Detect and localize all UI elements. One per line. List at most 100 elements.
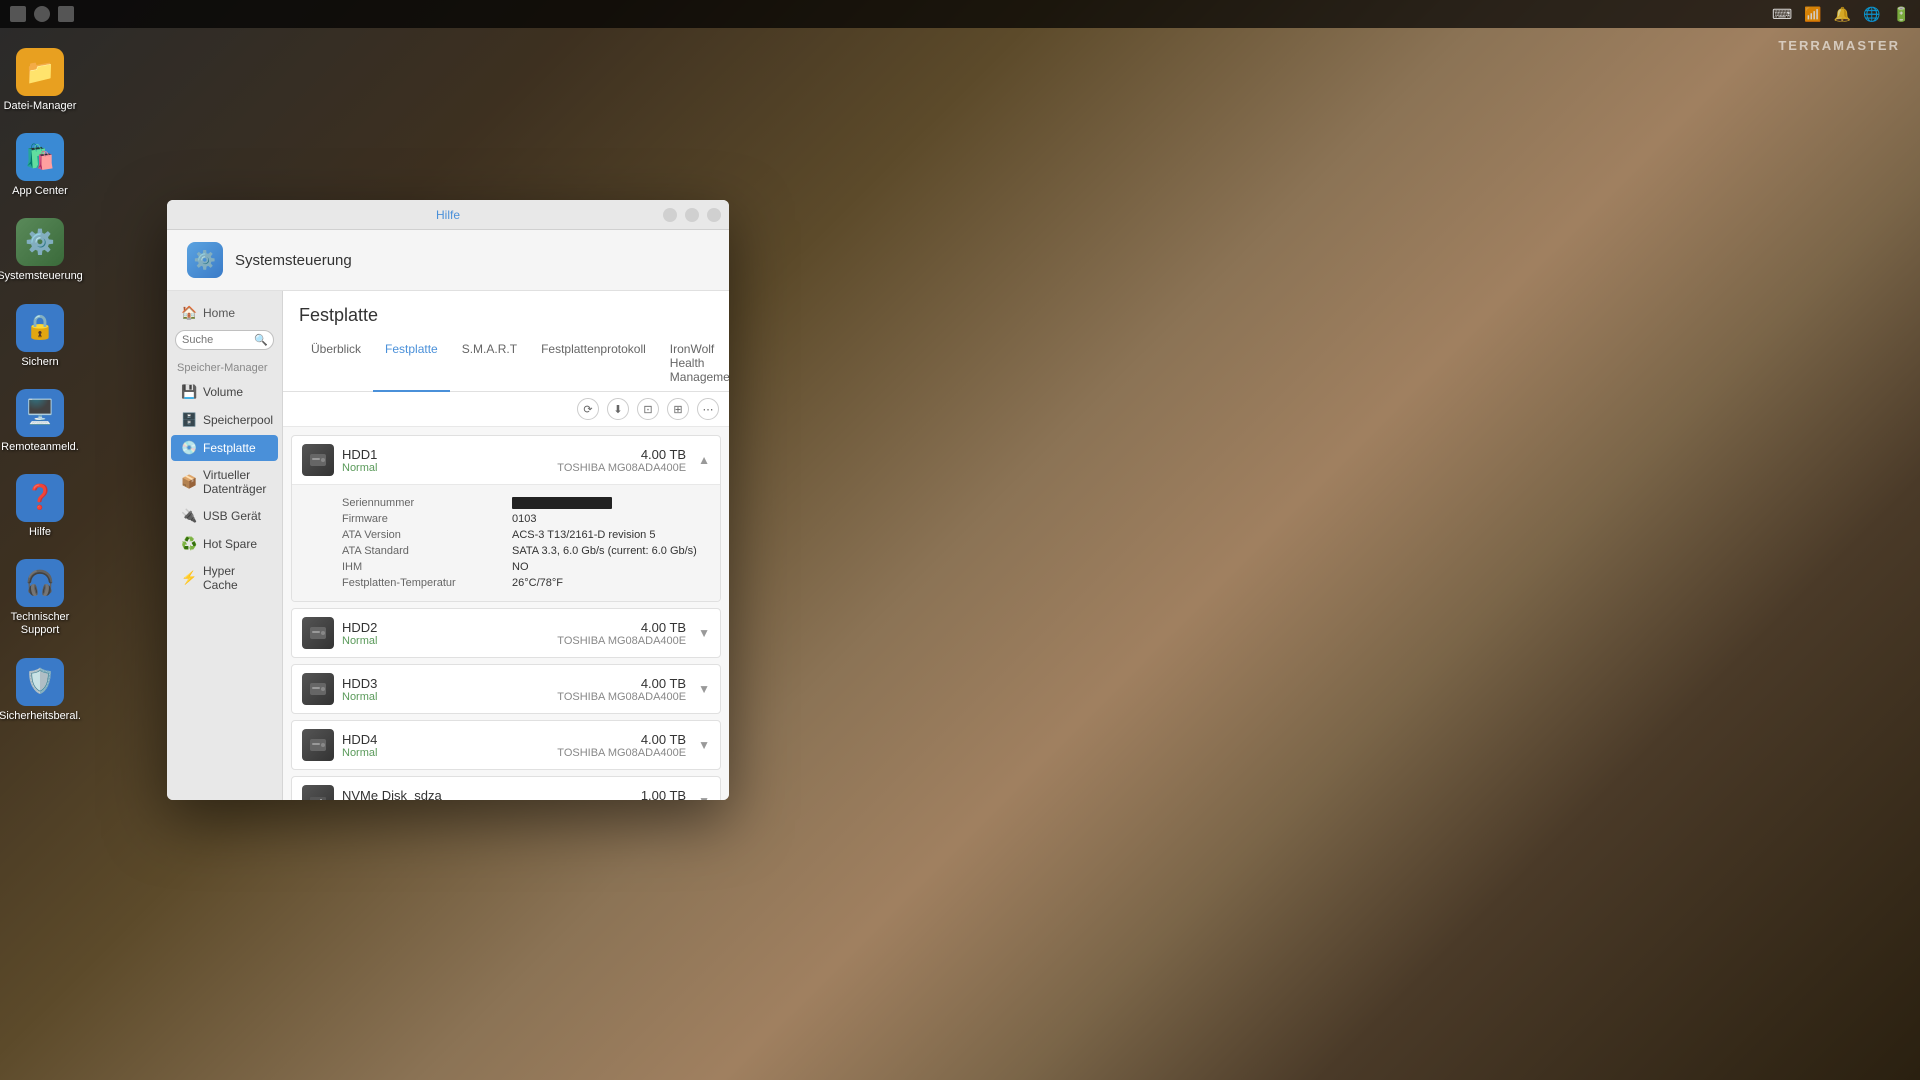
usb-icon: 🔌 — [181, 508, 197, 524]
hdd1-serial-value — [512, 497, 612, 509]
sidebar-item-festplatte[interactable]: 💿 Festplatte — [171, 435, 278, 461]
hdd3-size-info: 4.00 TB TOSHIBA MG08ADA400E — [557, 676, 686, 703]
virtueller-icon: 📦 — [181, 474, 197, 490]
hdd4-model: TOSHIBA MG08ADA400E — [557, 747, 686, 759]
taskbar-icon-home[interactable] — [10, 6, 26, 22]
desktop-icon-app-center[interactable]: 🛍️ App Center — [12, 133, 68, 198]
taskbar-globe-icon: 🌐 — [1863, 6, 1880, 23]
page-title: Festplatte — [299, 305, 713, 326]
hdd4-name: HDD4 — [342, 732, 549, 747]
nvme-size: 1.00 TB — [583, 788, 686, 800]
taskbar-icon-settings[interactable] — [34, 6, 50, 22]
technischer-support-icon: 🎧 — [16, 559, 64, 607]
main-content: Festplatte Überblick Festplatte S.M.A.R.… — [283, 291, 729, 800]
disk-list: HDD1 Normal 4.00 TB TOSHIBA MG08ADA400E … — [283, 427, 729, 800]
tab-protocol[interactable]: Festplattenprotokoll — [529, 336, 658, 392]
window-maximize-button[interactable] — [685, 208, 699, 222]
sidebar-search: 🔍 — [175, 330, 274, 350]
toolbar-btn-3[interactable]: ⊡ — [637, 398, 659, 420]
window-minimize-button[interactable] — [663, 208, 677, 222]
app-header-icon: ⚙️ — [187, 242, 223, 278]
systemsteuerung-icon: ⚙️ — [16, 218, 64, 266]
sicherheitsberater-label: Sicherheitsberal. — [0, 710, 81, 723]
disk-item-hdd3-header[interactable]: HDD3 Normal 4.00 TB TOSHIBA MG08ADA400E … — [292, 665, 720, 713]
desktop-icons: 📁 Datei-Manager 🛍️ App Center ⚙️ Systems… — [0, 28, 80, 743]
nvme-size-info: 1.00 TB WD Blue SN580 1TB — [583, 788, 686, 800]
hdd1-ihm-row: IHM NO — [342, 559, 706, 575]
help-link[interactable]: Hilfe — [436, 208, 460, 222]
nvme-disk-icon — [302, 785, 334, 800]
window-body: 🏠 Home 🔍 Speicher-Manager 💾 Volume 🗄️ Sp… — [167, 291, 729, 800]
serial-redacted-bar — [512, 497, 612, 509]
tab-uberblick[interactable]: Überblick — [299, 336, 373, 392]
toolbar-btn-1[interactable]: ⟳ — [577, 398, 599, 420]
sidebar-hyper-cache-label: Hyper Cache — [203, 564, 268, 592]
hdd2-name: HDD2 — [342, 620, 549, 635]
volume-icon: 💾 — [181, 384, 197, 400]
disk-item-hdd4-header[interactable]: HDD4 Normal 4.00 TB TOSHIBA MG08ADA400E … — [292, 721, 720, 769]
hdd1-disk-icon — [302, 444, 334, 476]
sidebar-item-home[interactable]: 🏠 Home — [171, 300, 278, 326]
tab-smart[interactable]: S.M.A.R.T — [450, 336, 529, 392]
nvme-info: NVMe Disk_sdza Normal — [342, 788, 575, 800]
hdd1-ata-version-label: ATA Version — [342, 529, 492, 541]
taskbar-icon-grid[interactable] — [58, 6, 74, 22]
desktop-icon-hilfe[interactable]: ❓ Hilfe — [16, 474, 64, 539]
hdd4-size: 4.00 TB — [557, 732, 686, 747]
hdd1-size: 4.00 TB — [557, 447, 686, 462]
desktop-icon-datei-manager[interactable]: 📁 Datei-Manager — [4, 48, 77, 113]
hdd2-size: 4.00 TB — [557, 620, 686, 635]
sidebar-item-usb-gerat[interactable]: 🔌 USB Gerät — [171, 503, 278, 529]
taskbar-right-icons: ⌨ 📶 🔔 🌐 🔋 — [1772, 6, 1910, 23]
hilfe-label: Hilfe — [29, 526, 51, 539]
festplatte-sidebar-icon: 💿 — [181, 440, 197, 456]
sidebar-item-volume[interactable]: 💾 Volume — [171, 379, 278, 405]
disk-item-nvme-header[interactable]: NVMe Disk_sdza Normal 1.00 TB WD Blue SN… — [292, 777, 720, 800]
main-window: Hilfe ⚙️ Systemsteuerung 🏠 Home 🔍 Speich… — [167, 200, 729, 800]
hdd1-ihm-value: NO — [512, 561, 529, 573]
hdd1-temp-row: Festplatten-Temperatur 26°C/78°F — [342, 575, 706, 591]
sichern-label: Sichern — [21, 356, 58, 369]
disk-item-hdd4: HDD4 Normal 4.00 TB TOSHIBA MG08ADA400E … — [291, 720, 721, 770]
hdd1-ata-version-value: ACS-3 T13/2161-D revision 5 — [512, 529, 655, 541]
toolbar-btn-4[interactable]: ⊞ — [667, 398, 689, 420]
desktop-icon-remoteanmeld[interactable]: 🖥️ Remoteanmeld. — [1, 389, 79, 454]
sidebar-speicherpool-label: Speicherpool — [203, 413, 273, 427]
window-close-button[interactable] — [707, 208, 721, 222]
sidebar-item-speicherpool[interactable]: 🗄️ Speicherpool — [171, 407, 278, 433]
disk-item-hdd2-header[interactable]: HDD2 Normal 4.00 TB TOSHIBA MG08ADA400E … — [292, 609, 720, 657]
hdd3-status: Normal — [342, 691, 549, 703]
disk-item-hdd1-header[interactable]: HDD1 Normal 4.00 TB TOSHIBA MG08ADA400E … — [292, 436, 720, 484]
desktop-icon-sichern[interactable]: 🔒 Sichern — [16, 304, 64, 369]
nvme-name: NVMe Disk_sdza — [342, 788, 575, 800]
app-center-icon: 🛍️ — [16, 133, 64, 181]
taskbar-left-icons — [10, 6, 74, 22]
toolbar-btn-5[interactable]: ⋯ — [697, 398, 719, 420]
technischer-support-label: Technischer Support — [0, 611, 80, 637]
hdd1-serial-label: Seriennummer — [342, 497, 492, 509]
desktop-icon-systemsteuerung[interactable]: ⚙️ Systemsteuerung — [0, 218, 83, 283]
taskbar-battery-icon: 🔋 — [1893, 6, 1910, 23]
tab-festplatte[interactable]: Festplatte — [373, 336, 450, 392]
taskbar-bell-icon: 🔔 — [1834, 6, 1851, 23]
sidebar-hot-spare-label: Hot Spare — [203, 537, 257, 551]
app-header-title: Systemsteuerung — [235, 252, 352, 269]
toolbar-btn-2[interactable]: ⬇ — [607, 398, 629, 420]
systemsteuerung-label: Systemsteuerung — [0, 270, 83, 283]
hilfe-icon: ❓ — [16, 474, 64, 522]
taskbar-wifi-icon: 📶 — [1804, 6, 1821, 23]
hdd4-status: Normal — [342, 747, 549, 759]
sidebar-item-hyper-cache[interactable]: ⚡ Hyper Cache — [171, 559, 278, 597]
sidebar-item-virtueller-datentrager[interactable]: 📦 Virtueller Datenträger — [171, 463, 278, 501]
hdd4-chevron-icon: ▼ — [698, 738, 710, 752]
sidebar-item-hot-spare[interactable]: ♻️ Hot Spare — [171, 531, 278, 557]
desktop-icon-sicherheitsberater[interactable]: 🛡️ Sicherheitsberal. — [0, 658, 81, 723]
datei-manager-label: Datei-Manager — [4, 100, 77, 113]
desktop-icon-technischer-support[interactable]: 🎧 Technischer Support — [0, 559, 80, 637]
hdd2-disk-icon — [302, 617, 334, 649]
hdd4-size-info: 4.00 TB TOSHIBA MG08ADA400E — [557, 732, 686, 759]
disk-item-hdd1: HDD1 Normal 4.00 TB TOSHIBA MG08ADA400E … — [291, 435, 721, 602]
tabs: Überblick Festplatte S.M.A.R.T Festplatt… — [299, 336, 713, 391]
hdd3-disk-icon — [302, 673, 334, 705]
tab-ironwolf[interactable]: IronWolf Health Management — [658, 336, 729, 392]
